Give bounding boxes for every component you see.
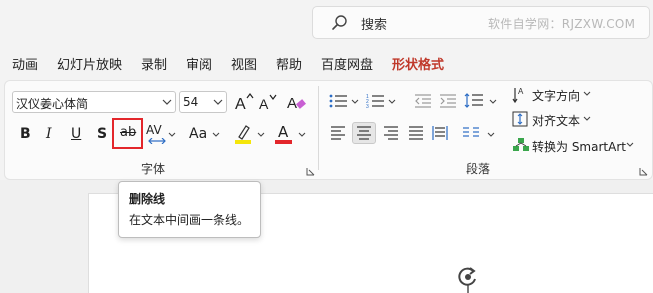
align-center-icon bbox=[357, 126, 371, 140]
strikethrough-tooltip: 删除线 在文本中间画一条线。 bbox=[118, 181, 261, 238]
bold-button[interactable]: B bbox=[20, 126, 31, 142]
chevron-down-icon[interactable] bbox=[212, 132, 220, 138]
font-color-button[interactable]: A bbox=[278, 123, 288, 141]
svg-text:A: A bbox=[259, 96, 269, 112]
increase-indent-icon[interactable] bbox=[439, 93, 457, 109]
paragraph-group-label: 段落 bbox=[466, 162, 491, 176]
tooltip-title: 删除线 bbox=[129, 192, 166, 206]
watermark-text: 软件自学网：RJZXW.COM bbox=[488, 17, 636, 31]
chevron-down-icon bbox=[162, 99, 172, 105]
spacing-arrow-icon bbox=[148, 138, 166, 144]
change-case-button[interactable]: Aa bbox=[189, 126, 207, 142]
dialog-launcher-icon[interactable] bbox=[639, 167, 648, 176]
tab-baidu-netdisk[interactable]: 百度网盘 bbox=[321, 54, 373, 73]
highlighter-icon[interactable] bbox=[234, 123, 252, 145]
line-spacing-icon[interactable] bbox=[464, 92, 484, 110]
text-direction-label[interactable]: 文字方向 bbox=[532, 87, 580, 104]
smartart-label[interactable]: 转换为 SmartArt bbox=[532, 138, 626, 155]
decrease-font-size-icon[interactable]: A bbox=[258, 92, 278, 112]
numbering-icon[interactable]: 1 2 3 bbox=[366, 93, 386, 109]
svg-text:A: A bbox=[287, 95, 297, 112]
columns-icon[interactable] bbox=[462, 126, 480, 140]
character-spacing-button[interactable]: AV bbox=[146, 123, 162, 137]
chevron-down-icon[interactable] bbox=[489, 99, 497, 105]
tab-shape-format[interactable]: 形状格式 bbox=[392, 54, 444, 73]
clear-formatting-icon[interactable]: A bbox=[286, 92, 308, 112]
svg-text:A: A bbox=[518, 87, 524, 96]
tab-help[interactable]: 帮助 bbox=[276, 54, 302, 73]
bullets-icon[interactable] bbox=[329, 93, 349, 109]
increase-font-size-icon[interactable]: A bbox=[234, 92, 254, 112]
strikethrough-highlight bbox=[112, 118, 143, 149]
italic-button[interactable]: I bbox=[46, 126, 52, 142]
chevron-down-icon[interactable] bbox=[583, 116, 591, 122]
chevron-down-icon[interactable] bbox=[487, 132, 495, 138]
align-text-label[interactable]: 对齐文本 bbox=[532, 112, 580, 129]
search-icon bbox=[332, 15, 347, 30]
align-left-icon[interactable] bbox=[330, 126, 346, 140]
chevron-down-icon[interactable] bbox=[298, 132, 306, 138]
rotate-handle-icon[interactable] bbox=[456, 265, 480, 293]
distributed-align-icon[interactable] bbox=[432, 125, 448, 141]
chevron-down-icon[interactable] bbox=[388, 99, 396, 105]
chevron-down-icon[interactable] bbox=[626, 142, 634, 148]
font-family-value: 汉仪姜心体简 bbox=[16, 97, 89, 111]
tab-animation[interactable]: 动画 bbox=[12, 54, 38, 73]
ribbon-tabs: 动画 幻灯片放映 录制 审阅 视图 帮助 百度网盘 形状格式 bbox=[0, 50, 653, 76]
align-right-icon[interactable] bbox=[383, 126, 399, 140]
chevron-down-icon bbox=[213, 99, 223, 105]
text-direction-icon[interactable]: A bbox=[512, 86, 528, 104]
group-separator bbox=[318, 86, 319, 170]
align-text-icon[interactable] bbox=[512, 111, 528, 127]
tab-view[interactable]: 视图 bbox=[231, 54, 257, 73]
svg-text:3: 3 bbox=[366, 104, 369, 109]
font-group-label: 字体 bbox=[141, 162, 166, 176]
tab-review[interactable]: 审阅 bbox=[186, 54, 212, 73]
font-color-swatch bbox=[275, 140, 292, 144]
dialog-launcher-icon[interactable] bbox=[306, 167, 315, 176]
chevron-down-icon[interactable] bbox=[168, 132, 176, 138]
tab-record[interactable]: 录制 bbox=[141, 54, 167, 73]
search-label: 搜索 bbox=[361, 18, 388, 33]
font-size-select[interactable]: 54 bbox=[179, 91, 227, 113]
svg-text:A: A bbox=[235, 96, 246, 112]
font-family-select[interactable]: 汉仪姜心体简 bbox=[12, 91, 176, 113]
chevron-down-icon[interactable] bbox=[351, 99, 359, 105]
tab-slideshow[interactable]: 幻灯片放映 bbox=[57, 54, 122, 73]
decrease-indent-icon[interactable] bbox=[414, 93, 432, 109]
justify-icon[interactable] bbox=[408, 126, 424, 140]
font-size-value: 54 bbox=[183, 95, 199, 109]
tooltip-description: 在文本中间画一条线。 bbox=[129, 213, 250, 227]
search-box[interactable]: 搜索 软件自学网：RJZXW.COM bbox=[312, 6, 650, 39]
text-shadow-button[interactable]: S bbox=[97, 126, 107, 142]
underline-button[interactable]: U bbox=[71, 126, 81, 142]
chevron-down-icon[interactable] bbox=[257, 132, 265, 138]
smartart-icon[interactable] bbox=[512, 137, 530, 153]
title-bar: 搜索 软件自学网：RJZXW.COM bbox=[0, 0, 653, 46]
chevron-down-icon[interactable] bbox=[583, 91, 591, 97]
